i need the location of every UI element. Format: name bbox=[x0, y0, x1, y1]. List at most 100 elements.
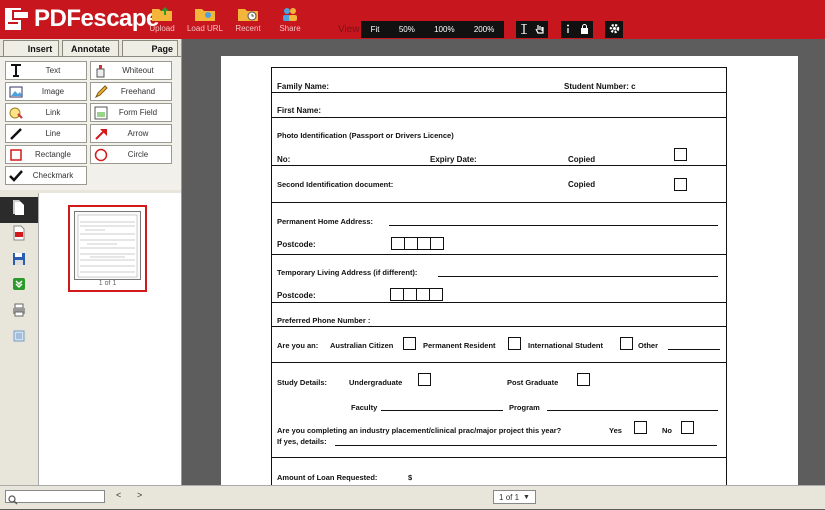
page-tools bbox=[561, 21, 593, 38]
text-tool-label: Text bbox=[45, 66, 61, 75]
tab-insert[interactable]: Insert bbox=[3, 40, 59, 56]
print-button[interactable] bbox=[8, 302, 30, 322]
line-tool[interactable]: Line bbox=[5, 124, 87, 143]
insert-tools: Text Whiteout Image Freehand Link Form F… bbox=[0, 56, 181, 190]
top-toolbar: PDFescape Upload Load URL Recent Share V… bbox=[0, 0, 825, 39]
program-field[interactable] bbox=[547, 410, 718, 411]
document-grid-icon bbox=[13, 329, 25, 347]
zoom-fit-button[interactable]: Fit bbox=[368, 25, 383, 34]
form-row-phone: Preferred Phone Number : bbox=[272, 303, 726, 327]
whiteout-tool[interactable]: Whiteout bbox=[90, 61, 172, 80]
share-button[interactable]: Share bbox=[268, 5, 312, 33]
text-t-icon bbox=[6, 62, 26, 79]
undergraduate-checkbox[interactable] bbox=[418, 373, 431, 386]
photo-id-label: Photo Identification (Passport or Driver… bbox=[277, 131, 454, 140]
permanent-address-label: Permanent Home Address: bbox=[277, 217, 373, 226]
expiry-date-label: Expiry Date: bbox=[430, 155, 477, 164]
second-copied-checkbox[interactable] bbox=[674, 178, 687, 191]
other-field[interactable] bbox=[668, 349, 720, 350]
circle-tool[interactable]: Circle bbox=[90, 145, 172, 164]
photo-copied-checkbox[interactable] bbox=[674, 148, 687, 161]
load-url-button[interactable]: Load URL bbox=[183, 5, 227, 33]
temporary-address-field[interactable] bbox=[438, 276, 718, 277]
folder-url-icon bbox=[183, 5, 227, 22]
link-tool[interactable]: Link bbox=[5, 103, 87, 122]
zoom-200-button[interactable]: 200% bbox=[471, 25, 497, 34]
image-icon bbox=[6, 83, 26, 100]
post-graduate-checkbox[interactable] bbox=[577, 373, 590, 386]
australian-citizen-checkbox[interactable] bbox=[403, 337, 416, 350]
pages-view-button[interactable] bbox=[0, 197, 38, 223]
recent-button[interactable]: Recent bbox=[226, 5, 270, 33]
form-field-icon bbox=[91, 104, 111, 121]
are-you-label: Are you an: bbox=[277, 341, 319, 350]
temporary-postcode-label: Postcode: bbox=[277, 291, 316, 300]
permanent-resident-checkbox[interactable] bbox=[508, 337, 521, 350]
details-field[interactable] bbox=[335, 445, 717, 446]
second-copied-label: Copied bbox=[568, 180, 596, 189]
properties-button[interactable] bbox=[8, 328, 30, 348]
placement-yes-checkbox[interactable] bbox=[634, 421, 647, 434]
next-page-button[interactable]: > bbox=[137, 490, 142, 500]
page-select-value: 1 of 1 bbox=[499, 492, 520, 502]
page-thumbnail[interactable]: 1 of 1 bbox=[68, 205, 147, 292]
tab-page[interactable]: Page bbox=[122, 40, 178, 56]
tab-annotate[interactable]: Annotate bbox=[62, 40, 119, 56]
form-row-temporary-address: Temporary Living Address (if different):… bbox=[272, 255, 726, 303]
placement-no-label: No bbox=[662, 426, 672, 435]
temporary-postcode-boxes[interactable] bbox=[390, 288, 443, 301]
save-button[interactable] bbox=[8, 251, 30, 271]
form-row-photo-id: Photo Identification (Passport or Driver… bbox=[272, 118, 726, 166]
info-icon[interactable] bbox=[565, 24, 571, 36]
view-label: View bbox=[338, 24, 360, 35]
thumbnail-preview bbox=[74, 211, 141, 280]
line-icon bbox=[6, 125, 26, 142]
text-tool[interactable]: Text bbox=[5, 61, 87, 80]
permanent-address-field[interactable] bbox=[389, 225, 718, 226]
text-cursor-icon[interactable] bbox=[520, 22, 528, 36]
placement-no-checkbox[interactable] bbox=[681, 421, 694, 434]
rectangle-tool[interactable]: Rectangle bbox=[5, 145, 87, 164]
form-row-study: Study Details: Undergraduate Post Gradua… bbox=[272, 363, 726, 458]
checkmark-tool[interactable]: Checkmark bbox=[5, 166, 87, 185]
freehand-tool[interactable]: Freehand bbox=[90, 82, 172, 101]
permanent-postcode-boxes[interactable] bbox=[391, 237, 444, 250]
pencil-icon bbox=[91, 83, 111, 100]
student-number-label: Student Number: c bbox=[564, 82, 636, 91]
faculty-label: Faculty bbox=[351, 403, 378, 412]
rectangle-icon bbox=[6, 146, 26, 163]
settings-button[interactable] bbox=[605, 21, 623, 38]
lock-icon[interactable] bbox=[580, 23, 589, 36]
zoom-50-button[interactable]: 50% bbox=[396, 25, 418, 34]
previous-page-button[interactable]: < bbox=[116, 490, 121, 500]
thumbnail-pane: 1 of 1 bbox=[38, 193, 181, 485]
recent-label: Recent bbox=[235, 24, 261, 33]
hand-cursor-icon[interactable] bbox=[535, 24, 544, 36]
search-icon bbox=[8, 492, 18, 510]
upload-button[interactable]: Upload bbox=[140, 5, 184, 33]
page-red-icon bbox=[12, 225, 26, 246]
page-select[interactable]: 1 of 1 ▼ bbox=[493, 490, 536, 504]
form-field-tool[interactable]: Form Field bbox=[90, 103, 172, 122]
international-student-checkbox[interactable] bbox=[620, 337, 633, 350]
image-tool[interactable]: Image bbox=[5, 82, 87, 101]
permanent-postcode-label: Postcode: bbox=[277, 240, 316, 249]
bottom-bar: < > 1 of 1 ▼ bbox=[0, 485, 825, 509]
page-delete-button[interactable] bbox=[8, 225, 30, 245]
zoom-100-button[interactable]: 100% bbox=[431, 25, 457, 34]
printer-icon bbox=[12, 303, 26, 322]
faculty-field[interactable] bbox=[381, 410, 503, 411]
australian-citizen-label: Australian Citizen bbox=[330, 341, 394, 350]
image-tool-label: Image bbox=[41, 87, 65, 96]
download-button[interactable] bbox=[8, 276, 30, 296]
app-logo[interactable]: PDFescape bbox=[4, 4, 159, 34]
folder-clock-icon bbox=[226, 5, 270, 22]
post-graduate-label: Post Graduate bbox=[507, 378, 559, 387]
temporary-address-label: Temporary Living Address (if different): bbox=[277, 268, 418, 277]
share-people-icon bbox=[268, 5, 312, 22]
form-row-residency: Are you an: Australian Citizen Permanent… bbox=[272, 327, 726, 363]
arrow-tool[interactable]: Arrow bbox=[90, 124, 172, 143]
search-input[interactable] bbox=[5, 490, 105, 505]
panel-divider bbox=[181, 39, 182, 485]
undergraduate-label: Undergraduate bbox=[349, 378, 403, 387]
